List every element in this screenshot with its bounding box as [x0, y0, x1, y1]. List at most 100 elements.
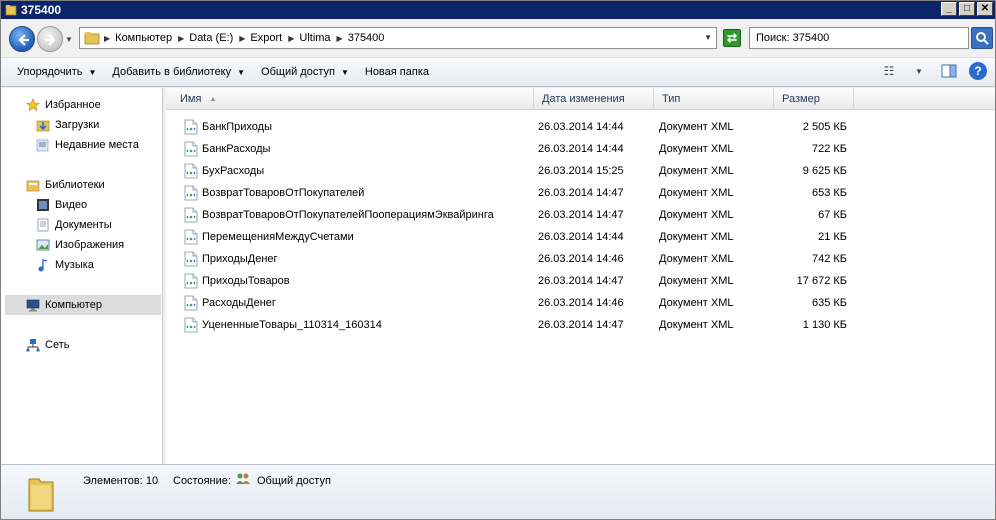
maximize-button[interactable]: □	[959, 2, 975, 16]
chevron-down-icon: ▼	[340, 67, 349, 77]
sidebar-item-music[interactable]: Музыка	[35, 256, 94, 274]
xml-file-icon	[184, 273, 198, 289]
address-bar[interactable]: ▶ Компьютер ▶ Data (E:) ▶ Export ▶ Ultima ▶ 3…	[79, 27, 717, 49]
state-label: Состояние:	[173, 475, 231, 487]
sidebar-item-computer[interactable]: Компьютер	[25, 296, 102, 314]
file-name: ВозвратТоваровОтПокупателей	[202, 187, 365, 199]
add-to-library-button[interactable]: Добавить в библиотеку ▼	[104, 60, 253, 84]
file-date: 26.03.2014 14:44	[538, 231, 624, 243]
column-header-size[interactable]: Размер	[774, 88, 854, 110]
folder-large-icon	[28, 478, 54, 512]
sidebar-item-libraries[interactable]: Библиотеки	[25, 176, 105, 194]
file-name: УцененныеТовары_110314_160314	[202, 319, 382, 331]
explorer-window: 375400 _ □ ✕ ▼ ▶ Компьютер ▶ Data (E:) ▶ Ex…	[0, 0, 996, 520]
command-bar: Упорядочить ▼ Добавить в библиотеку ▼ Общи…	[1, 57, 995, 87]
file-name: РасходыДенег	[202, 297, 276, 309]
sidebar-item-recent[interactable]: Недавние места	[35, 136, 139, 154]
refresh-button[interactable]: ⇄	[723, 29, 741, 47]
chevron-down-icon: ▼	[88, 67, 97, 77]
folder-icon	[84, 32, 100, 45]
file-type: Документ XML	[659, 319, 734, 331]
file-type: Документ XML	[659, 209, 734, 221]
file-type: Документ XML	[659, 253, 734, 265]
sort-arrow-icon: ▲	[209, 95, 217, 103]
file-date: 26.03.2014 14:46	[538, 253, 624, 265]
search-placeholder: Поиск: 375400	[756, 32, 830, 44]
file-size: 9 625 КБ	[802, 165, 847, 177]
column-header-date[interactable]: Дата изменения	[534, 88, 654, 110]
file-row[interactable]: РасходыДенег 26.03.2014 14:46 Документ XML…	[166, 292, 995, 314]
file-type: Документ XML	[659, 275, 734, 287]
xml-file-icon	[184, 163, 198, 179]
search-icon	[976, 32, 989, 45]
sidebar-item-favorites[interactable]: Избранное	[25, 96, 101, 114]
file-row[interactable]: ВозвратТоваровОтПокупателей 26.03.2014 14…	[166, 182, 995, 204]
file-size: 17 672 КБ	[796, 275, 847, 287]
file-row[interactable]: ПриходыДенег 26.03.2014 14:46 Документ XML…	[166, 248, 995, 270]
file-name: БанкРасходы	[202, 143, 271, 155]
sidebar-item-documents[interactable]: Документы	[35, 216, 112, 234]
column-header-row: Имя ▲ Дата изменения Тип Размер	[166, 88, 995, 110]
search-button[interactable]	[971, 27, 993, 49]
breadcrumb-item[interactable]: ▶ Data (E:)	[178, 32, 233, 44]
organize-button[interactable]: Упорядочить ▼	[9, 60, 104, 84]
file-type: Документ XML	[659, 297, 734, 309]
file-date: 26.03.2014 14:47	[538, 187, 624, 199]
file-date: 26.03.2014 14:47	[538, 209, 624, 221]
xml-file-icon	[184, 251, 198, 267]
network-icon	[25, 337, 41, 353]
video-icon	[35, 197, 51, 213]
file-row[interactable]: БанкПриходы 26.03.2014 14:44 Документ XML 2…	[166, 116, 995, 138]
file-type: Документ XML	[659, 165, 734, 177]
breadcrumb-item[interactable]: ▶ Компьютер	[104, 32, 172, 44]
xml-file-icon	[184, 317, 198, 333]
view-dropdown-icon[interactable]: ▼	[909, 62, 929, 80]
sidebar-item-video[interactable]: Видео	[35, 196, 87, 214]
xml-file-icon	[184, 295, 198, 311]
help-icon[interactable]: ?	[969, 62, 987, 80]
file-row[interactable]: БухРасходы 26.03.2014 15:25 Документ XML 9 …	[166, 160, 995, 182]
breadcrumb-item[interactable]: ▶ Ultima	[288, 32, 330, 44]
breadcrumb-item[interactable]: ▶ Export	[239, 32, 282, 44]
folder-icon	[5, 5, 17, 16]
star-icon	[25, 97, 41, 113]
column-header-type[interactable]: Тип	[654, 88, 774, 110]
view-options-icon[interactable]: ☷	[879, 62, 899, 80]
file-name: ПриходыТоваров	[202, 275, 290, 287]
back-button[interactable]	[9, 26, 35, 52]
address-dropdown[interactable]: ▼	[704, 33, 712, 42]
file-row[interactable]: УцененныеТовары_110314_160314 26.03.2014 …	[166, 314, 995, 336]
file-row[interactable]: ПеремещенияМеждуСчетами 26.03.2014 14:44 Д…	[166, 226, 995, 248]
file-date: 26.03.2014 14:47	[538, 275, 624, 287]
search-input[interactable]: Поиск: 375400	[749, 27, 969, 49]
file-size: 2 505 КБ	[802, 121, 847, 133]
forward-arrow-icon	[45, 34, 56, 46]
downloads-folder-icon	[35, 117, 51, 133]
sidebar-item-images[interactable]: Изображения	[35, 236, 124, 254]
images-icon	[35, 237, 51, 253]
xml-file-icon	[184, 141, 198, 157]
preview-pane-icon[interactable]	[939, 62, 959, 80]
file-size: 635 КБ	[811, 297, 847, 309]
chevron-down-icon: ▼	[237, 67, 246, 77]
new-folder-button[interactable]: Новая папка	[357, 60, 437, 84]
column-header-name[interactable]: Имя ▲	[166, 88, 534, 110]
breadcrumb-item[interactable]: ▶ 375400	[337, 32, 385, 44]
file-name: ПеремещенияМеждуСчетами	[202, 231, 354, 243]
share-button[interactable]: Общий доступ ▼	[253, 60, 357, 84]
close-button[interactable]: ✕	[977, 2, 993, 16]
sidebar-item-network[interactable]: Сеть	[25, 336, 69, 354]
sidebar-item-downloads[interactable]: Загрузки	[35, 116, 99, 134]
file-name: ПриходыДенег	[202, 253, 278, 265]
recent-pages-dropdown[interactable]: ▼	[65, 35, 73, 44]
minimize-button[interactable]: _	[941, 2, 957, 16]
items-count: Элементов: 10	[83, 475, 159, 487]
forward-button[interactable]	[37, 26, 63, 52]
file-row[interactable]: БанкРасходы 26.03.2014 14:44 Документ XML 7…	[166, 138, 995, 160]
file-row[interactable]: ВозвратТоваровОтПокупателейПооперациямЭк…	[166, 204, 995, 226]
state-value: Общий доступ	[257, 475, 331, 487]
recent-places-icon	[35, 137, 51, 153]
file-date: 26.03.2014 14:47	[538, 319, 624, 331]
file-row[interactable]: ПриходыТоваров 26.03.2014 14:47 Документ X…	[166, 270, 995, 292]
file-type: Документ XML	[659, 187, 734, 199]
